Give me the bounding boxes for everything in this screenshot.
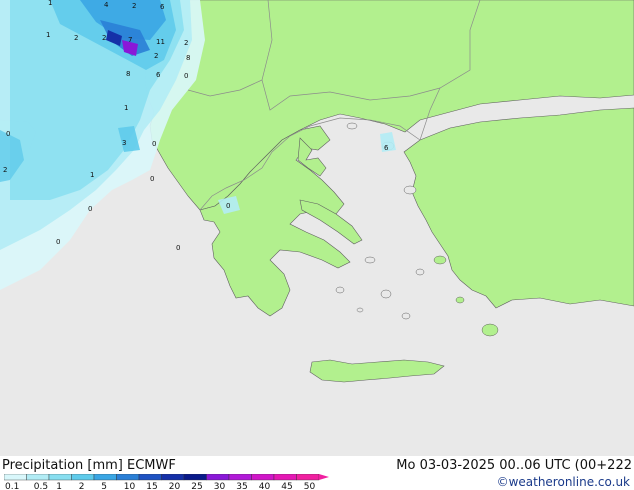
precip-label: 0	[152, 140, 156, 148]
scale-swatch	[116, 474, 140, 481]
precip-label: 1	[90, 171, 94, 179]
scale-swatch	[183, 474, 207, 481]
footer-bar: Precipitation [mm] ECMWF Mo 03-03-2025 0…	[0, 456, 634, 490]
scale-swatch	[228, 474, 252, 481]
scale-swatch	[93, 474, 117, 481]
scale-swatch	[206, 474, 230, 481]
precip-label: 2	[3, 166, 7, 174]
precip-label: 2	[102, 34, 106, 42]
site-credit[interactable]: ©weatheronline.co.uk	[497, 475, 630, 489]
precip-label: 1	[48, 0, 52, 7]
precip-label: 2	[184, 39, 188, 47]
precip-label: 0	[56, 238, 60, 246]
scale-tick-label: 5	[101, 482, 107, 490]
scale-tick-label: 20	[169, 482, 181, 490]
scale-swatches	[4, 474, 329, 481]
precip-label: 6	[160, 3, 165, 11]
scale-swatch	[161, 474, 185, 481]
scale-tick-label: 30	[214, 482, 226, 490]
scale-tick-label: 1	[56, 482, 62, 490]
precip-label: 0	[176, 244, 180, 252]
scale-swatch	[273, 474, 297, 481]
precip-label: 6	[156, 71, 161, 79]
precip-label: 11	[156, 38, 165, 46]
scale-tick-label: 10	[124, 482, 136, 490]
scale-tick-label: 25	[191, 482, 202, 490]
precip-label: 1	[46, 31, 50, 39]
scale-swatch	[48, 474, 72, 481]
scale-swatch	[4, 474, 27, 481]
scale-tick-label: 50	[304, 482, 316, 490]
scale-tick-label: 35	[236, 482, 247, 490]
precip-label: 6	[384, 144, 389, 152]
precip-label: 2	[74, 34, 78, 42]
precipitation-map[interactable]: 1 4 2 6 1 2 2 7 11 2 8 6 0 2 8 1 0 3 0 2…	[0, 0, 634, 456]
scale-arrow	[319, 474, 329, 480]
scale-swatch	[138, 474, 162, 481]
precip-label: 0	[150, 175, 154, 183]
map-viewer: 1 4 2 6 1 2 2 7 11 2 8 6 0 2 8 1 0 3 0 2…	[0, 0, 634, 490]
precip-label: 7	[128, 36, 132, 44]
scale-swatch	[71, 474, 95, 481]
precip-label: 0	[88, 205, 92, 213]
map-title: Precipitation [mm] ECMWF	[2, 458, 176, 473]
scale-swatch	[296, 474, 320, 481]
precip-label: 1	[124, 104, 128, 112]
precip-label: 0	[226, 202, 230, 210]
precip-label: 0	[184, 72, 188, 80]
precip-label: 3	[122, 139, 126, 147]
scale-swatch	[26, 474, 50, 481]
scale-tick-label: 2	[79, 482, 85, 490]
scale-tick-label: 45	[281, 482, 292, 490]
scale-ticks: 0.1 0.5 1 2 5 10 15 20 25 30 35 40 45 50	[5, 482, 315, 490]
scale-tick-label: 15	[146, 482, 157, 490]
color-scale: 0.1 0.5 1 2 5 10 15 20 25 30 35 40 45 50	[4, 474, 329, 490]
scale-tick-label: 0.5	[34, 482, 48, 490]
scale-tick-label: 0.1	[5, 482, 19, 490]
forecast-timestamp: Mo 03-03-2025 00..06 UTC (00+222	[396, 458, 632, 473]
precip-label: 4	[104, 1, 109, 9]
precip-label: 2	[132, 2, 136, 10]
precip-label: 8	[126, 70, 130, 78]
precip-label: 0	[6, 130, 10, 138]
precip-label: 2	[154, 52, 158, 60]
precip-label: 8	[186, 54, 190, 62]
scale-tick-label: 40	[259, 482, 271, 490]
scale-swatch	[251, 474, 275, 481]
